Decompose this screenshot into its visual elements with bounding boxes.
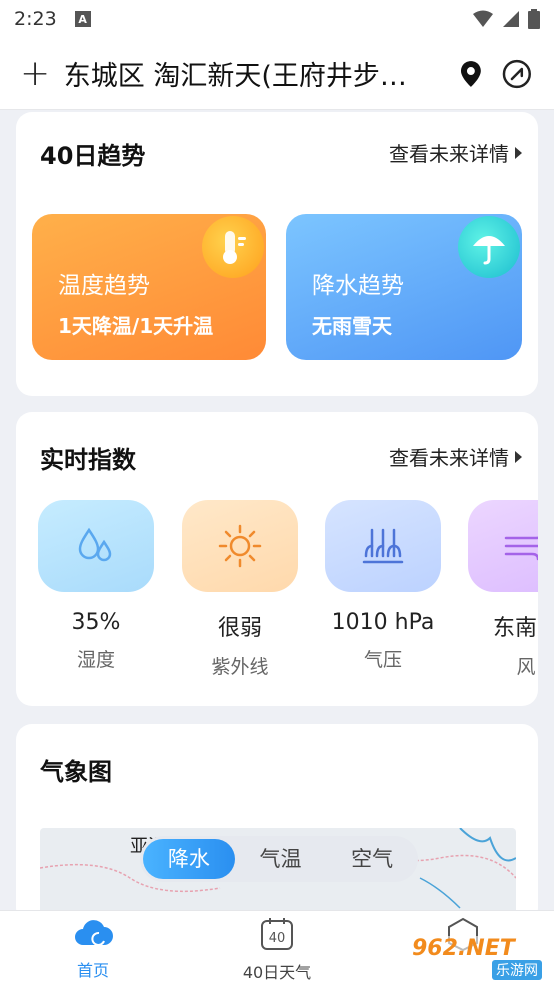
map-tab-air[interactable]: 空气: [326, 839, 418, 879]
status-bar: 2:23 A: [0, 0, 554, 38]
index-item-wind[interactable]: 东南风 风: [468, 500, 538, 679]
trend-more-label: 查看未来详情: [389, 142, 509, 166]
add-city-button[interactable]: +: [20, 55, 52, 92]
map-tab-bar: 降水 气温 空气: [140, 836, 418, 882]
map-tab-temperature[interactable]: 气温: [235, 839, 327, 879]
index-item-uv[interactable]: 很弱 紫外线: [182, 500, 298, 679]
index-item-pressure[interactable]: 1010 hPa 气压: [325, 500, 441, 672]
index-card-title: 实时指数: [40, 446, 136, 474]
map-tab-precipitation[interactable]: 降水: [143, 839, 235, 879]
refresh-icon[interactable]: [500, 57, 534, 91]
sun-icon: [182, 500, 298, 592]
umbrella-icon: [458, 216, 520, 278]
temp-trend-tile[interactable]: 温度趋势 1天降温/1天升温: [32, 214, 266, 360]
nav-40day-label: 40日天气: [242, 963, 312, 982]
map-card-title: 气象图: [40, 758, 112, 786]
watermark-text: 962.NET: [412, 936, 515, 961]
cloud-home-icon: [75, 920, 113, 946]
nav-40day[interactable]: 40 40日天气: [222, 917, 332, 983]
index-more-label: 查看未来详情: [389, 446, 509, 470]
status-time: 2:23: [14, 8, 57, 30]
index-label: 紫外线: [211, 656, 269, 678]
calendar-40-icon: 40: [261, 918, 293, 950]
chevron-right-icon: [515, 146, 522, 159]
battery-icon: [528, 9, 540, 29]
index-card: 实时指数 查看未来详情 35% 湿度 很弱 紫外线 1010 hPa 气压 东南…: [16, 412, 538, 706]
status-icons: [472, 9, 540, 29]
index-value: 35%: [71, 610, 121, 635]
rain-trend-desc: 无雨雪天: [312, 314, 392, 338]
location-title[interactable]: 东城区 淘汇新天(王府井步…: [64, 54, 441, 93]
index-label: 风: [516, 656, 536, 678]
humidity-drops-icon: [38, 500, 154, 592]
nav-home[interactable]: 首页: [38, 917, 148, 981]
watermark-sub: 乐游网: [492, 960, 542, 980]
index-label: 湿度: [76, 649, 115, 671]
location-pin-icon[interactable]: [459, 59, 483, 89]
weather-map[interactable]: 亚洲 降水 气温 空气: [40, 828, 516, 918]
index-value: 很弱: [217, 616, 262, 641]
trend-card-title: 40日趋势: [40, 142, 146, 170]
notification-a-icon: A: [74, 11, 91, 27]
temp-trend-title: 温度趋势: [58, 273, 150, 299]
index-value: 东南风: [492, 616, 538, 641]
temp-trend-desc: 1天降温/1天升温: [58, 314, 214, 338]
signal-icon: [503, 11, 519, 27]
trend-more-link[interactable]: 查看未来详情: [389, 138, 522, 167]
rain-trend-tile[interactable]: 降水趋势 无雨雪天: [286, 214, 522, 360]
chevron-right-icon: [515, 450, 522, 463]
pressure-icon: [325, 500, 441, 592]
nav-home-label: 首页: [76, 961, 109, 980]
calendar-40-number: 40: [269, 931, 286, 946]
index-value: 1010 hPa: [331, 610, 435, 635]
rain-trend-title: 降水趋势: [312, 273, 404, 299]
map-card: 气象图 亚洲 降水 气温 空气: [16, 724, 538, 924]
index-more-link[interactable]: 查看未来详情: [389, 442, 522, 471]
watermark-logo: 962.NET 乐游网: [408, 936, 548, 980]
thermometer-icon: [202, 216, 264, 278]
index-item-humidity[interactable]: 35% 湿度: [38, 500, 154, 672]
app-header: + 东城区 淘汇新天(王府井步…: [0, 38, 554, 110]
wind-icon: [468, 500, 538, 592]
index-label: 气压: [363, 649, 402, 671]
wifi-icon: [473, 10, 493, 27]
trend-card: 40日趋势 查看未来详情 温度趋势 1天降温/1天升温 降水趋势 无雨雪天: [16, 112, 538, 396]
